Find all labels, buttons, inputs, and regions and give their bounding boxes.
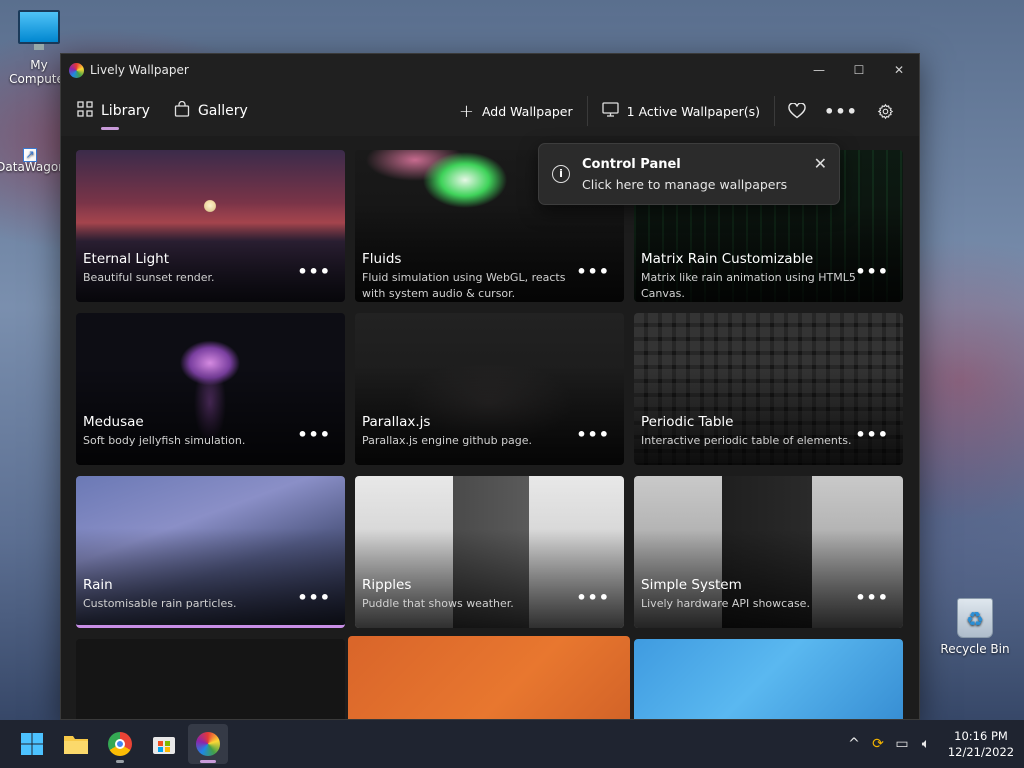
- file-explorer-icon[interactable]: [56, 724, 96, 764]
- tab-library[interactable]: Library: [77, 86, 150, 136]
- wallpaper-card-ripples[interactable]: Ripples Puddle that shows weather. •••: [355, 476, 624, 628]
- card-more-button[interactable]: •••: [297, 262, 331, 281]
- card-title: Rain: [83, 577, 113, 593]
- clock-date: 12/21/2022: [947, 745, 1015, 759]
- store-icon[interactable]: [144, 724, 184, 764]
- desktop-icon-recycle-bin[interactable]: ♻ Recycle Bin: [935, 598, 1015, 656]
- chrome-icon[interactable]: [100, 724, 140, 764]
- card-title: Eternal Light: [83, 251, 170, 267]
- nav-bar: Library Gallery + Add Wallpaper 1 Active…: [61, 86, 919, 136]
- wallpaper-card-periodic-table[interactable]: Periodic Table Interactive periodic tabl…: [634, 313, 903, 465]
- tip-close-icon[interactable]: ✕: [814, 154, 827, 173]
- start-button[interactable]: [12, 724, 52, 764]
- card-title: Medusae: [83, 414, 144, 430]
- clock[interactable]: 10:16 PM 12/21/2022: [938, 728, 1024, 760]
- volume-icon[interactable]: 🔈︎: [914, 736, 938, 752]
- card-more-button[interactable]: •••: [855, 588, 889, 607]
- card-title: Periodic Table: [641, 414, 734, 430]
- card-title: Simple System: [641, 577, 742, 593]
- lively-window: Lively Wallpaper — ☐ ✕ Library Gallery +…: [60, 53, 920, 720]
- system-tray: ^ ⟳ ▭ 🔈︎ 10:16 PM 12/21/2022: [842, 720, 1024, 768]
- tab-gallery[interactable]: Gallery: [174, 86, 248, 136]
- wallpaper-card-rain[interactable]: Rain Customisable rain particles. •••: [76, 476, 345, 628]
- wallpaper-card-partial[interactable]: [348, 636, 630, 719]
- wallpaper-card-parallax[interactable]: Parallax.js Parallax.js engine github pa…: [355, 313, 624, 465]
- plus-icon: +: [458, 100, 474, 122]
- wallpaper-card-eternal-light[interactable]: Eternal Light Beautiful sunset render. •…: [76, 150, 345, 302]
- card-description: Puddle that shows weather.: [362, 597, 514, 610]
- sync-icon[interactable]: ⟳: [866, 736, 890, 752]
- card-more-button[interactable]: •••: [576, 262, 610, 281]
- card-more-button[interactable]: •••: [297, 425, 331, 444]
- wallpaper-card-simple-system[interactable]: Simple System Lively hardware API showca…: [634, 476, 903, 628]
- close-button[interactable]: ✕: [879, 54, 919, 86]
- add-wallpaper-button[interactable]: + Add Wallpaper: [445, 95, 587, 127]
- card-more-button[interactable]: •••: [855, 262, 889, 281]
- wallpaper-card-partial[interactable]: [634, 639, 903, 719]
- more-options-icon[interactable]: •••: [819, 95, 863, 127]
- gear-icon[interactable]: [863, 95, 907, 127]
- maximize-button[interactable]: ☐: [839, 54, 879, 86]
- active-wallpapers-button[interactable]: 1 Active Wallpaper(s): [588, 95, 774, 127]
- card-more-button[interactable]: •••: [855, 425, 889, 444]
- lively-taskbar-icon[interactable]: [188, 724, 228, 764]
- card-title: Parallax.js: [362, 414, 431, 430]
- card-more-button[interactable]: •••: [576, 425, 610, 444]
- tip-subtitle: Click here to manage wallpapers: [582, 177, 788, 192]
- card-title: Matrix Rain Customizable: [641, 251, 814, 267]
- minimize-button[interactable]: —: [799, 54, 839, 86]
- card-title: Fluids: [362, 251, 402, 267]
- title-bar[interactable]: Lively Wallpaper — ☐ ✕: [61, 54, 919, 86]
- tab-library-label: Library: [101, 103, 150, 119]
- card-more-button[interactable]: •••: [297, 588, 331, 607]
- taskbar: ^ ⟳ ▭ 🔈︎ 10:16 PM 12/21/2022: [0, 720, 1024, 768]
- window-title: Lively Wallpaper: [90, 63, 189, 77]
- info-icon: i: [552, 165, 570, 183]
- monitor-icon: [601, 102, 619, 120]
- control-panel-tip[interactable]: i Control Panel Click here to manage wal…: [538, 143, 840, 205]
- wallpaper-card-partial[interactable]: [76, 639, 345, 719]
- network-icon[interactable]: ▭: [890, 736, 914, 752]
- active-wallpapers-label: 1 Active Wallpaper(s): [626, 103, 760, 119]
- card-description: Customisable rain particles.: [83, 597, 237, 610]
- desktop-icon-label: Recycle Bin: [940, 642, 1010, 656]
- clock-time: 10:16 PM: [954, 729, 1008, 743]
- card-description: Fluid simulation using WebGL, reacts wit…: [362, 271, 566, 300]
- tip-title: Control Panel: [582, 157, 681, 172]
- card-description: Beautiful sunset render.: [83, 271, 215, 284]
- computer-icon: [18, 10, 60, 50]
- recycle-bin-icon: ♻: [957, 598, 993, 638]
- card-description: Matrix like rain animation using HTML5 C…: [641, 271, 856, 300]
- add-wallpaper-label: Add Wallpaper: [481, 103, 573, 119]
- heart-icon[interactable]: [775, 95, 819, 127]
- card-description: Parallax.js engine github page.: [362, 434, 533, 447]
- shopping-bag-icon: [174, 100, 190, 121]
- shortcut-icon: ↗: [19, 138, 43, 162]
- app-logo-icon: [69, 62, 84, 78]
- card-description: Soft body jellyfish simulation.: [83, 434, 246, 447]
- tab-gallery-label: Gallery: [197, 103, 248, 119]
- card-description: Interactive periodic table of elements.: [641, 434, 852, 447]
- library-grid: Eternal Light Beautiful sunset render. •…: [61, 136, 919, 719]
- wallpaper-card-medusae[interactable]: Medusae Soft body jellyfish simulation. …: [76, 313, 345, 465]
- windows-icon: [21, 733, 43, 755]
- card-title: Ripples: [362, 577, 412, 593]
- grid-icon: [77, 101, 93, 121]
- card-more-button[interactable]: •••: [576, 588, 610, 607]
- chevron-up-icon[interactable]: ^: [842, 736, 866, 752]
- card-description: Lively hardware API showcase.: [641, 597, 810, 610]
